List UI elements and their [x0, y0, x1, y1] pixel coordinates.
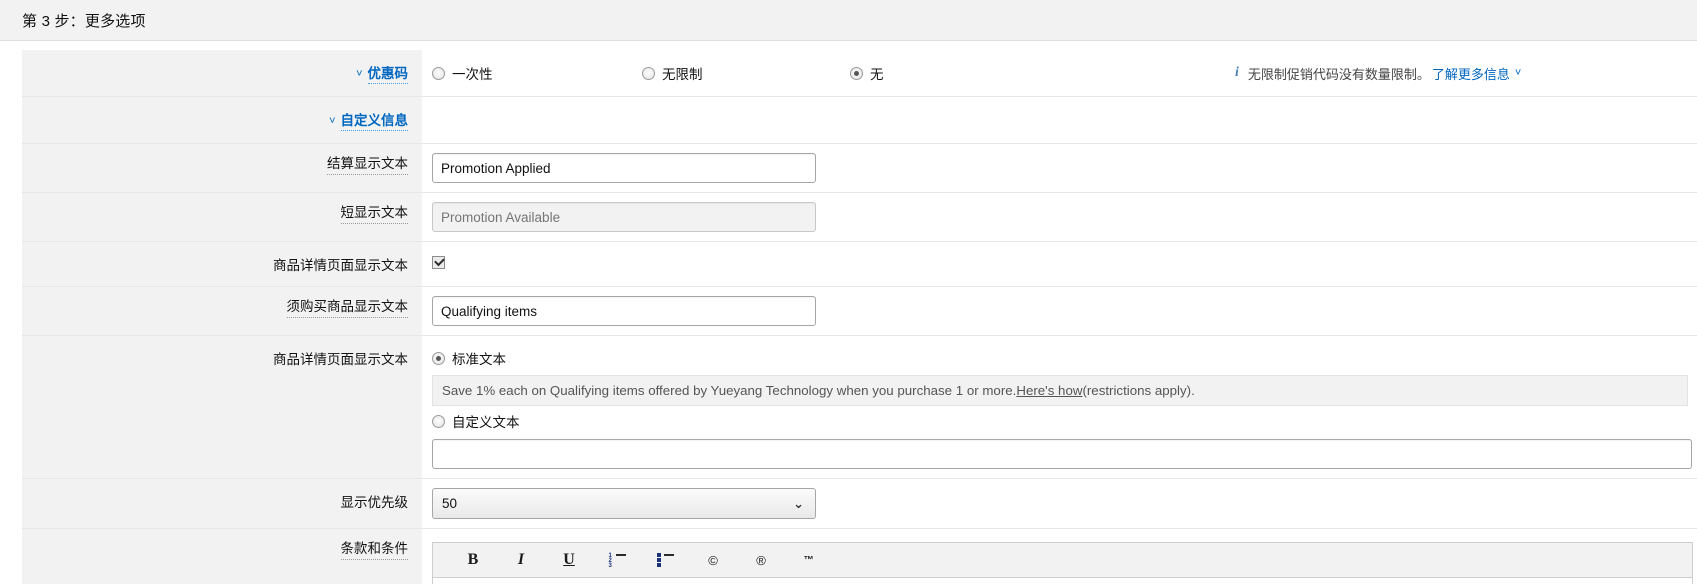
- step-header: 第 3 步：更多选项: [0, 0, 1697, 41]
- radio-option-standard-text[interactable]: 标准文本: [432, 345, 1697, 368]
- detail-page-display-checkbox[interactable]: [432, 256, 445, 269]
- field-cell-promo-code: 一次性 无限制 无 i 无限制促销代码没有数量限制。 了解更多信息 ˅: [422, 50, 1697, 97]
- editor-content-area[interactable]: To receive the Best Value discount: Add …: [432, 578, 1693, 584]
- qualifying-items-text-input[interactable]: [432, 296, 816, 326]
- row-qualifying-items-text: 须购买商品显示文本: [22, 287, 1697, 336]
- label-cell-checkout-display-text: 结算显示文本: [22, 144, 422, 193]
- italic-icon[interactable]: I: [497, 545, 545, 575]
- display-priority-value: 50: [442, 496, 457, 511]
- editor-toolbar: B I U 123 © ® ™: [432, 542, 1693, 578]
- label-cell-detail-page-display-text: 商品详情页面显示文本: [22, 336, 422, 479]
- page-title: 第 3 步：更多选项: [22, 10, 146, 31]
- ordered-list-icon[interactable]: 123: [593, 545, 641, 575]
- display-priority-select[interactable]: 50 ⌄: [432, 488, 816, 519]
- info-icon: i: [1235, 65, 1239, 81]
- label-cell-display-priority: 显示优先级: [22, 479, 422, 529]
- heres-how-link[interactable]: Here's how: [1016, 383, 1082, 398]
- label-cell-qualifying-items-text: 须购买商品显示文本: [22, 287, 422, 336]
- unordered-list-icon[interactable]: [641, 545, 689, 575]
- chevron-up-icon: ˄: [329, 113, 335, 125]
- form-wrapper: ˅ 优惠码 一次性 无限制 无: [0, 41, 1697, 584]
- field-cell-display-priority: 50 ⌄: [422, 479, 1697, 529]
- detail-page-checkbox-label: 商品详情页面显示文本: [273, 258, 408, 273]
- label-cell-terms-conditions: 条款和条件: [22, 529, 422, 584]
- trademark-icon[interactable]: ™: [785, 545, 833, 575]
- checkout-display-text-label: 结算显示文本: [327, 156, 408, 175]
- promo-code-link[interactable]: 优惠码: [368, 62, 409, 84]
- qualifying-items-text-label: 须购买商品显示文本: [287, 299, 409, 318]
- label-cell-short-display-text: 短显示文本: [22, 193, 422, 242]
- bold-icon[interactable]: B: [449, 545, 497, 575]
- radio-circle-standard-text[interactable]: [432, 352, 445, 365]
- radio-label-standard-text: 标准文本: [452, 348, 506, 368]
- row-display-priority: 显示优先级 50 ⌄: [22, 479, 1697, 529]
- radio-option-custom-text[interactable]: 自定义文本: [432, 411, 1697, 431]
- field-cell-detail-page-checkbox: [422, 242, 1697, 287]
- standard-text-preview: Save 1% each on Qualifying items offered…: [432, 375, 1688, 406]
- standard-text-before: Save 1% each on Qualifying items offered…: [442, 383, 1016, 398]
- label-cell-custom-message: ˄ 自定义信息: [22, 97, 422, 144]
- radio-option-unlimited[interactable]: 无限制: [642, 63, 850, 83]
- standard-text-after: (restrictions apply).: [1082, 383, 1194, 398]
- radio-label-one-time: 一次性: [452, 63, 493, 83]
- row-checkout-display-text: 结算显示文本: [22, 144, 1697, 193]
- radio-label-none: 无: [870, 63, 884, 83]
- radio-circle-custom-text[interactable]: [432, 415, 445, 428]
- terms-rich-text-editor: B I U 123 © ® ™ To receiv: [432, 542, 1693, 584]
- radio-circle-one-time[interactable]: [432, 67, 445, 80]
- radio-label-unlimited: 无限制: [662, 63, 703, 83]
- short-display-text-label: 短显示文本: [341, 205, 409, 224]
- registered-icon[interactable]: ®: [737, 545, 785, 575]
- checkout-display-text-input[interactable]: [432, 153, 816, 183]
- chevron-down-icon-select[interactable]: ⌄: [793, 496, 804, 512]
- custom-text-input[interactable]: [432, 439, 1692, 469]
- terms-conditions-label: 条款和条件: [341, 541, 409, 560]
- radio-option-none[interactable]: 无: [850, 63, 1045, 83]
- row-detail-page-display-text: 商品详情页面显示文本 标准文本 Save 1% each on Qualifyi…: [22, 336, 1697, 479]
- chevron-down-icon: ˅: [356, 68, 362, 80]
- custom-message-link[interactable]: 自定义信息: [341, 109, 409, 131]
- chevron-down-icon-info[interactable]: ˅: [1515, 67, 1521, 79]
- row-terms-conditions: 条款和条件 B I U 123 © ®: [22, 529, 1697, 584]
- field-cell-detail-page-display-text: 标准文本 Save 1% each on Qualifying items of…: [422, 336, 1697, 479]
- label-cell-promo-code: ˅ 优惠码: [22, 50, 422, 97]
- field-cell-terms-conditions: B I U 123 © ® ™ To receiv: [422, 529, 1697, 584]
- promotion-step-page: 第 3 步：更多选项 ˅ 优惠码 一次性 无限制: [0, 0, 1697, 584]
- field-cell-checkout-display-text: [422, 144, 1697, 193]
- copyright-icon[interactable]: ©: [689, 545, 737, 575]
- display-priority-label: 显示优先级: [341, 495, 409, 510]
- detail-page-display-text-label: 商品详情页面显示文本: [273, 352, 408, 367]
- field-cell-custom-message: [422, 97, 1697, 144]
- radio-option-one-time[interactable]: 一次性: [432, 63, 642, 83]
- field-cell-qualifying-items-text: [422, 287, 1697, 336]
- row-custom-message: ˄ 自定义信息: [22, 97, 1697, 144]
- field-cell-short-display-text: [422, 193, 1697, 242]
- radio-label-custom-text: 自定义文本: [452, 411, 520, 431]
- promotion-options-table: ˅ 优惠码 一次性 无限制 无: [22, 50, 1697, 584]
- info-note-text: 无限制促销代码没有数量限制。: [1248, 64, 1430, 83]
- promo-code-radio-group: 一次性 无限制 无 i 无限制促销代码没有数量限制。 了解更多信息 ˅: [432, 59, 1697, 83]
- short-display-text-input[interactable]: [432, 202, 816, 232]
- radio-circle-none[interactable]: [850, 67, 863, 80]
- row-detail-page-checkbox: 商品详情页面显示文本: [22, 242, 1697, 287]
- row-short-display-text: 短显示文本: [22, 193, 1697, 242]
- row-promo-code: ˅ 优惠码 一次性 无限制 无: [22, 50, 1697, 97]
- label-cell-detail-page-checkbox: 商品详情页面显示文本: [22, 242, 422, 287]
- promo-code-info-note: i 无限制促销代码没有数量限制。 了解更多信息 ˅: [1235, 64, 1521, 83]
- radio-circle-unlimited[interactable]: [642, 67, 655, 80]
- underline-icon[interactable]: U: [545, 545, 593, 575]
- learn-more-link[interactable]: 了解更多信息: [1432, 64, 1510, 83]
